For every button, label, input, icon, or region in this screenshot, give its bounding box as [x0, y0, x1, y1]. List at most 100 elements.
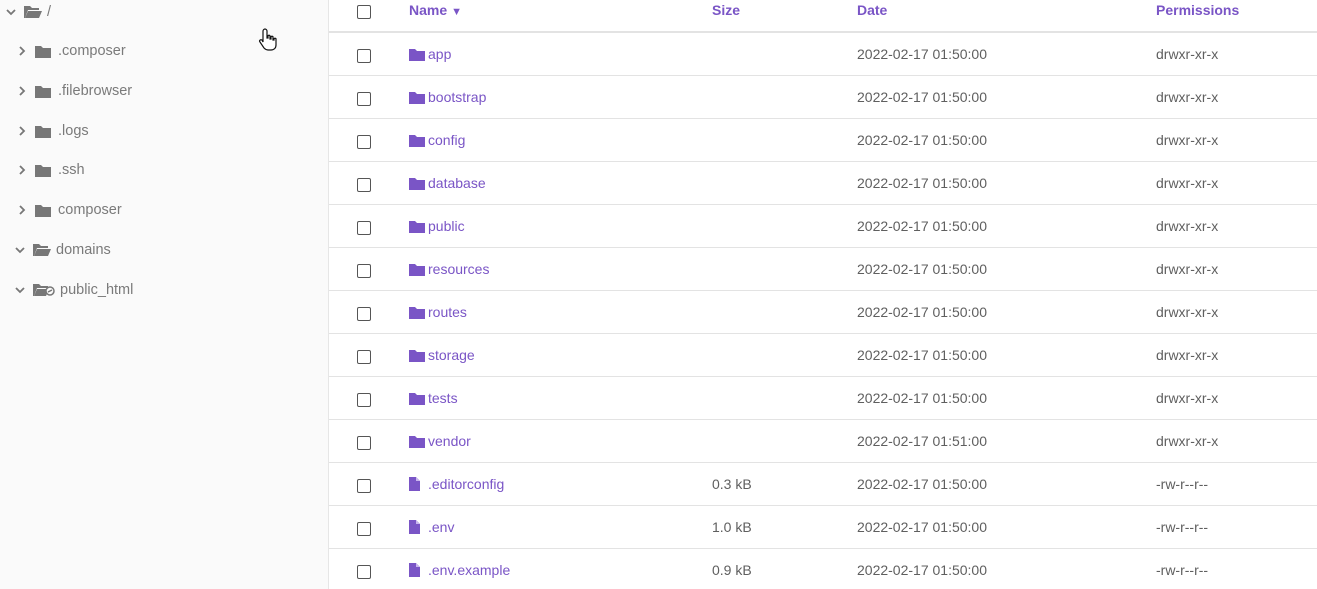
- file-date: 2022-02-17 01:50:00: [857, 175, 987, 191]
- column-header-name-label: Name: [409, 2, 448, 18]
- chevron-right-icon[interactable]: [15, 84, 29, 98]
- file-name-link[interactable]: .env: [409, 519, 454, 535]
- file-name-link[interactable]: routes: [409, 304, 467, 320]
- file-name-link[interactable]: database: [409, 175, 486, 191]
- table-row[interactable]: bootstrap 2022-02-17 01:50:00 drwxr-xr-x: [329, 76, 1317, 119]
- tree-item-logs[interactable]: .logs: [15, 119, 89, 143]
- row-checkbox[interactable]: [357, 393, 371, 407]
- file-name-link[interactable]: config: [409, 132, 465, 148]
- chevron-down-icon[interactable]: [4, 5, 18, 19]
- file-name-link[interactable]: .env.example: [409, 562, 510, 578]
- file-permissions: -rw-r--r--: [1156, 476, 1209, 492]
- file-permissions: drwxr-xr-x: [1156, 218, 1219, 234]
- file-name: config: [428, 132, 466, 148]
- tree-item-label: domains: [56, 242, 111, 258]
- folder-icon: [409, 348, 425, 362]
- file-name-link[interactable]: resources: [409, 261, 489, 277]
- folder-icon: [409, 219, 425, 233]
- file-name-link[interactable]: tests: [409, 390, 458, 406]
- folder-icon: [409, 133, 425, 147]
- tree-item-composer[interactable]: composer: [15, 198, 122, 222]
- row-checkbox[interactable]: [357, 135, 371, 149]
- table-row[interactable]: storage 2022-02-17 01:50:00 drwxr-xr-x: [329, 334, 1317, 377]
- file-date: 2022-02-17 01:50:00: [857, 132, 987, 148]
- row-checkbox[interactable]: [357, 350, 371, 364]
- folder-icon: [35, 83, 53, 99]
- table-row[interactable]: .env 1.0 kB 2022-02-17 01:50:00 -rw-r--r--: [329, 506, 1317, 549]
- file-icon: [409, 477, 425, 491]
- file-permissions: drwxr-xr-x: [1156, 347, 1219, 363]
- folder-icon: [35, 162, 53, 178]
- table-row[interactable]: resources 2022-02-17 01:50:00 drwxr-xr-x: [329, 248, 1317, 291]
- table-row[interactable]: public 2022-02-17 01:50:00 drwxr-xr-x: [329, 205, 1317, 248]
- row-checkbox[interactable]: [357, 264, 371, 278]
- file-date: 2022-02-17 01:50:00: [857, 347, 987, 363]
- chevron-right-icon[interactable]: [15, 203, 29, 217]
- file-date: 2022-02-17 01:50:00: [857, 261, 987, 277]
- file-permissions: drwxr-xr-x: [1156, 132, 1219, 148]
- table-row[interactable]: tests 2022-02-17 01:50:00 drwxr-xr-x: [329, 377, 1317, 420]
- row-checkbox[interactable]: [357, 49, 371, 63]
- file-date: 2022-02-17 01:50:00: [857, 476, 987, 492]
- file-icon: [409, 563, 425, 577]
- table-row[interactable]: routes 2022-02-17 01:50:00 drwxr-xr-x: [329, 291, 1317, 334]
- column-header-date[interactable]: Date: [857, 2, 887, 18]
- tree-root[interactable]: /: [4, 0, 51, 24]
- file-name-link[interactable]: public: [409, 218, 465, 234]
- file-name: database: [428, 175, 486, 191]
- file-name-link[interactable]: app: [409, 46, 451, 62]
- column-header-permissions[interactable]: Permissions: [1156, 2, 1239, 18]
- file-name-link[interactable]: storage: [409, 347, 475, 363]
- hand-cursor-icon: [259, 28, 277, 51]
- row-checkbox[interactable]: [357, 92, 371, 106]
- file-date: 2022-02-17 01:51:00: [857, 433, 987, 449]
- folder-open-icon: [33, 242, 51, 258]
- tree-item-domains[interactable]: domains: [13, 238, 111, 262]
- tree-item-ssh[interactable]: .ssh: [15, 158, 85, 182]
- table-row[interactable]: .env.example 0.9 kB 2022-02-17 01:50:00 -rw…: [329, 549, 1317, 589]
- folder-icon: [409, 90, 425, 104]
- table-row[interactable]: database 2022-02-17 01:50:00 drwxr-xr-x: [329, 162, 1317, 205]
- file-name: .editorconfig: [428, 476, 505, 492]
- tree-item-label: public_html: [60, 282, 134, 298]
- tree-item-public-html[interactable]: public_html: [13, 278, 133, 302]
- file-icon: [409, 520, 425, 534]
- directory-tree: / .composer .filebrowser .logs .ssh comp…: [0, 0, 329, 589]
- table-row[interactable]: vendor 2022-02-17 01:51:00 drwxr-xr-x: [329, 420, 1317, 463]
- file-name: .env.example: [428, 562, 511, 578]
- row-checkbox[interactable]: [357, 565, 371, 579]
- folder-icon: [409, 47, 425, 61]
- table-row[interactable]: app 2022-02-17 01:50:00 drwxr-xr-x: [329, 33, 1317, 76]
- folder-open-icon: [24, 4, 42, 20]
- table-row[interactable]: .editorconfig 0.3 kB 2022-02-17 01:50:00 -r…: [329, 463, 1317, 506]
- column-header-name[interactable]: Name ▼: [409, 2, 462, 18]
- table-header: Name ▼ Size Date Permissions: [329, 0, 1317, 33]
- row-checkbox[interactable]: [357, 178, 371, 192]
- row-checkbox[interactable]: [357, 479, 371, 493]
- file-name-link[interactable]: vendor: [409, 433, 471, 449]
- file-name: .env: [428, 519, 455, 535]
- chevron-right-icon[interactable]: [15, 44, 29, 58]
- folder-icon: [409, 434, 425, 448]
- file-permissions: drwxr-xr-x: [1156, 46, 1219, 62]
- file-permissions: drwxr-xr-x: [1156, 304, 1219, 320]
- chevron-right-icon[interactable]: [15, 124, 29, 138]
- file-permissions: -rw-r--r--: [1156, 562, 1209, 578]
- column-header-size[interactable]: Size: [712, 2, 740, 18]
- row-checkbox[interactable]: [357, 307, 371, 321]
- file-name-link[interactable]: bootstrap: [409, 89, 486, 105]
- file-name: storage: [428, 347, 475, 363]
- row-checkbox[interactable]: [357, 522, 371, 536]
- tree-item-composer-hidden[interactable]: .composer: [15, 39, 126, 63]
- tree-item-filebrowser[interactable]: .filebrowser: [15, 79, 132, 103]
- chevron-right-icon[interactable]: [15, 163, 29, 177]
- chevron-down-icon[interactable]: [13, 283, 27, 297]
- file-name-link[interactable]: .editorconfig: [409, 476, 504, 492]
- chevron-down-icon[interactable]: [13, 243, 27, 257]
- file-permissions: drwxr-xr-x: [1156, 390, 1219, 406]
- select-all-checkbox[interactable]: [357, 5, 371, 19]
- row-checkbox[interactable]: [357, 436, 371, 450]
- row-checkbox[interactable]: [357, 221, 371, 235]
- table-row[interactable]: config 2022-02-17 01:50:00 drwxr-xr-x: [329, 119, 1317, 162]
- file-permissions: drwxr-xr-x: [1156, 89, 1219, 105]
